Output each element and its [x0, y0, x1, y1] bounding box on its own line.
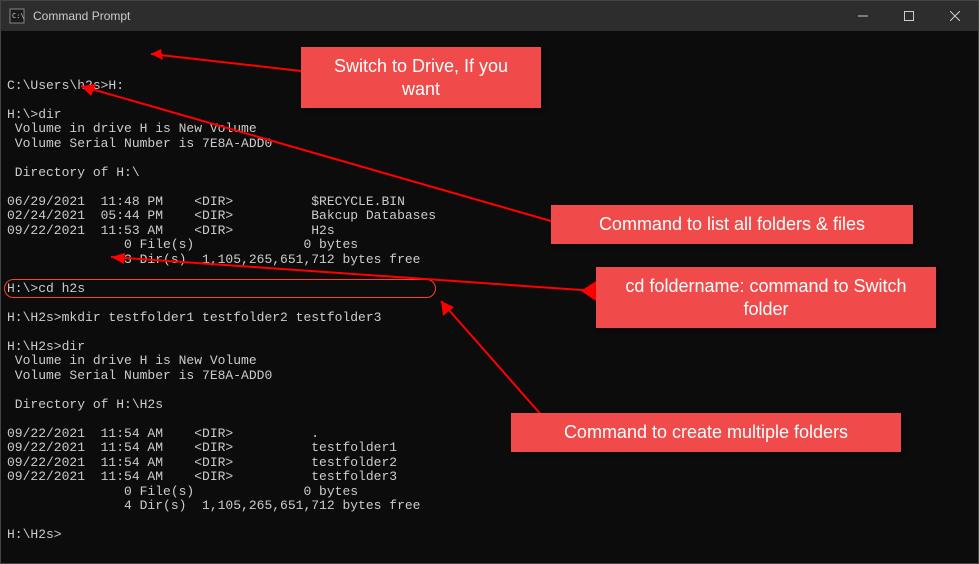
terminal-line: 0 File(s) 0 bytes [7, 485, 972, 500]
window-controls [840, 1, 978, 31]
terminal-line: 09/22/2021 11:54 AM <DIR> testfolder3 [7, 470, 972, 485]
terminal-line: 4 Dir(s) 1,105,265,651,712 bytes free [7, 499, 972, 514]
command-prompt-window: C:\ Command Prompt C:\Users\h2s>H: H:\>d… [0, 0, 979, 564]
maximize-button[interactable] [886, 1, 932, 31]
terminal-line: Directory of H:\H2s [7, 398, 972, 413]
terminal-line: 3 Dir(s) 1,105,265,651,712 bytes free [7, 253, 972, 268]
terminal-line [7, 383, 972, 398]
callout-switch-drive: Switch to Drive, If you want [301, 47, 541, 108]
terminal-line: Volume in drive H is New Volume [7, 122, 972, 137]
terminal-line: Volume in drive H is New Volume [7, 354, 972, 369]
terminal-line: 09/22/2021 11:54 AM <DIR> testfolder2 [7, 456, 972, 471]
minimize-button[interactable] [840, 1, 886, 31]
close-button[interactable] [932, 1, 978, 31]
terminal-viewport[interactable]: C:\Users\h2s>H: H:\>dir Volume in drive … [1, 31, 978, 563]
terminal-line [7, 514, 972, 529]
terminal-line: H:\H2s> [7, 528, 972, 543]
terminal-line: Volume Serial Number is 7E8A-ADD0 [7, 369, 972, 384]
callout-create-folders: Command to create multiple folders [511, 413, 901, 452]
terminal-line: Volume Serial Number is 7E8A-ADD0 [7, 137, 972, 152]
terminal-line: H:\H2s>dir [7, 340, 972, 355]
svg-text:C:\: C:\ [12, 12, 25, 20]
callout-cd-folder: cd foldername: command to Switch folder [596, 267, 936, 328]
callout-list-folders: Command to list all folders & files [551, 205, 913, 244]
terminal-line [7, 151, 972, 166]
terminal-line: Directory of H:\ [7, 166, 972, 181]
window-title: Command Prompt [33, 9, 840, 23]
terminal-line: H:\>dir [7, 108, 972, 123]
app-icon: C:\ [9, 8, 25, 24]
terminal-line [7, 180, 972, 195]
titlebar[interactable]: C:\ Command Prompt [1, 1, 978, 31]
